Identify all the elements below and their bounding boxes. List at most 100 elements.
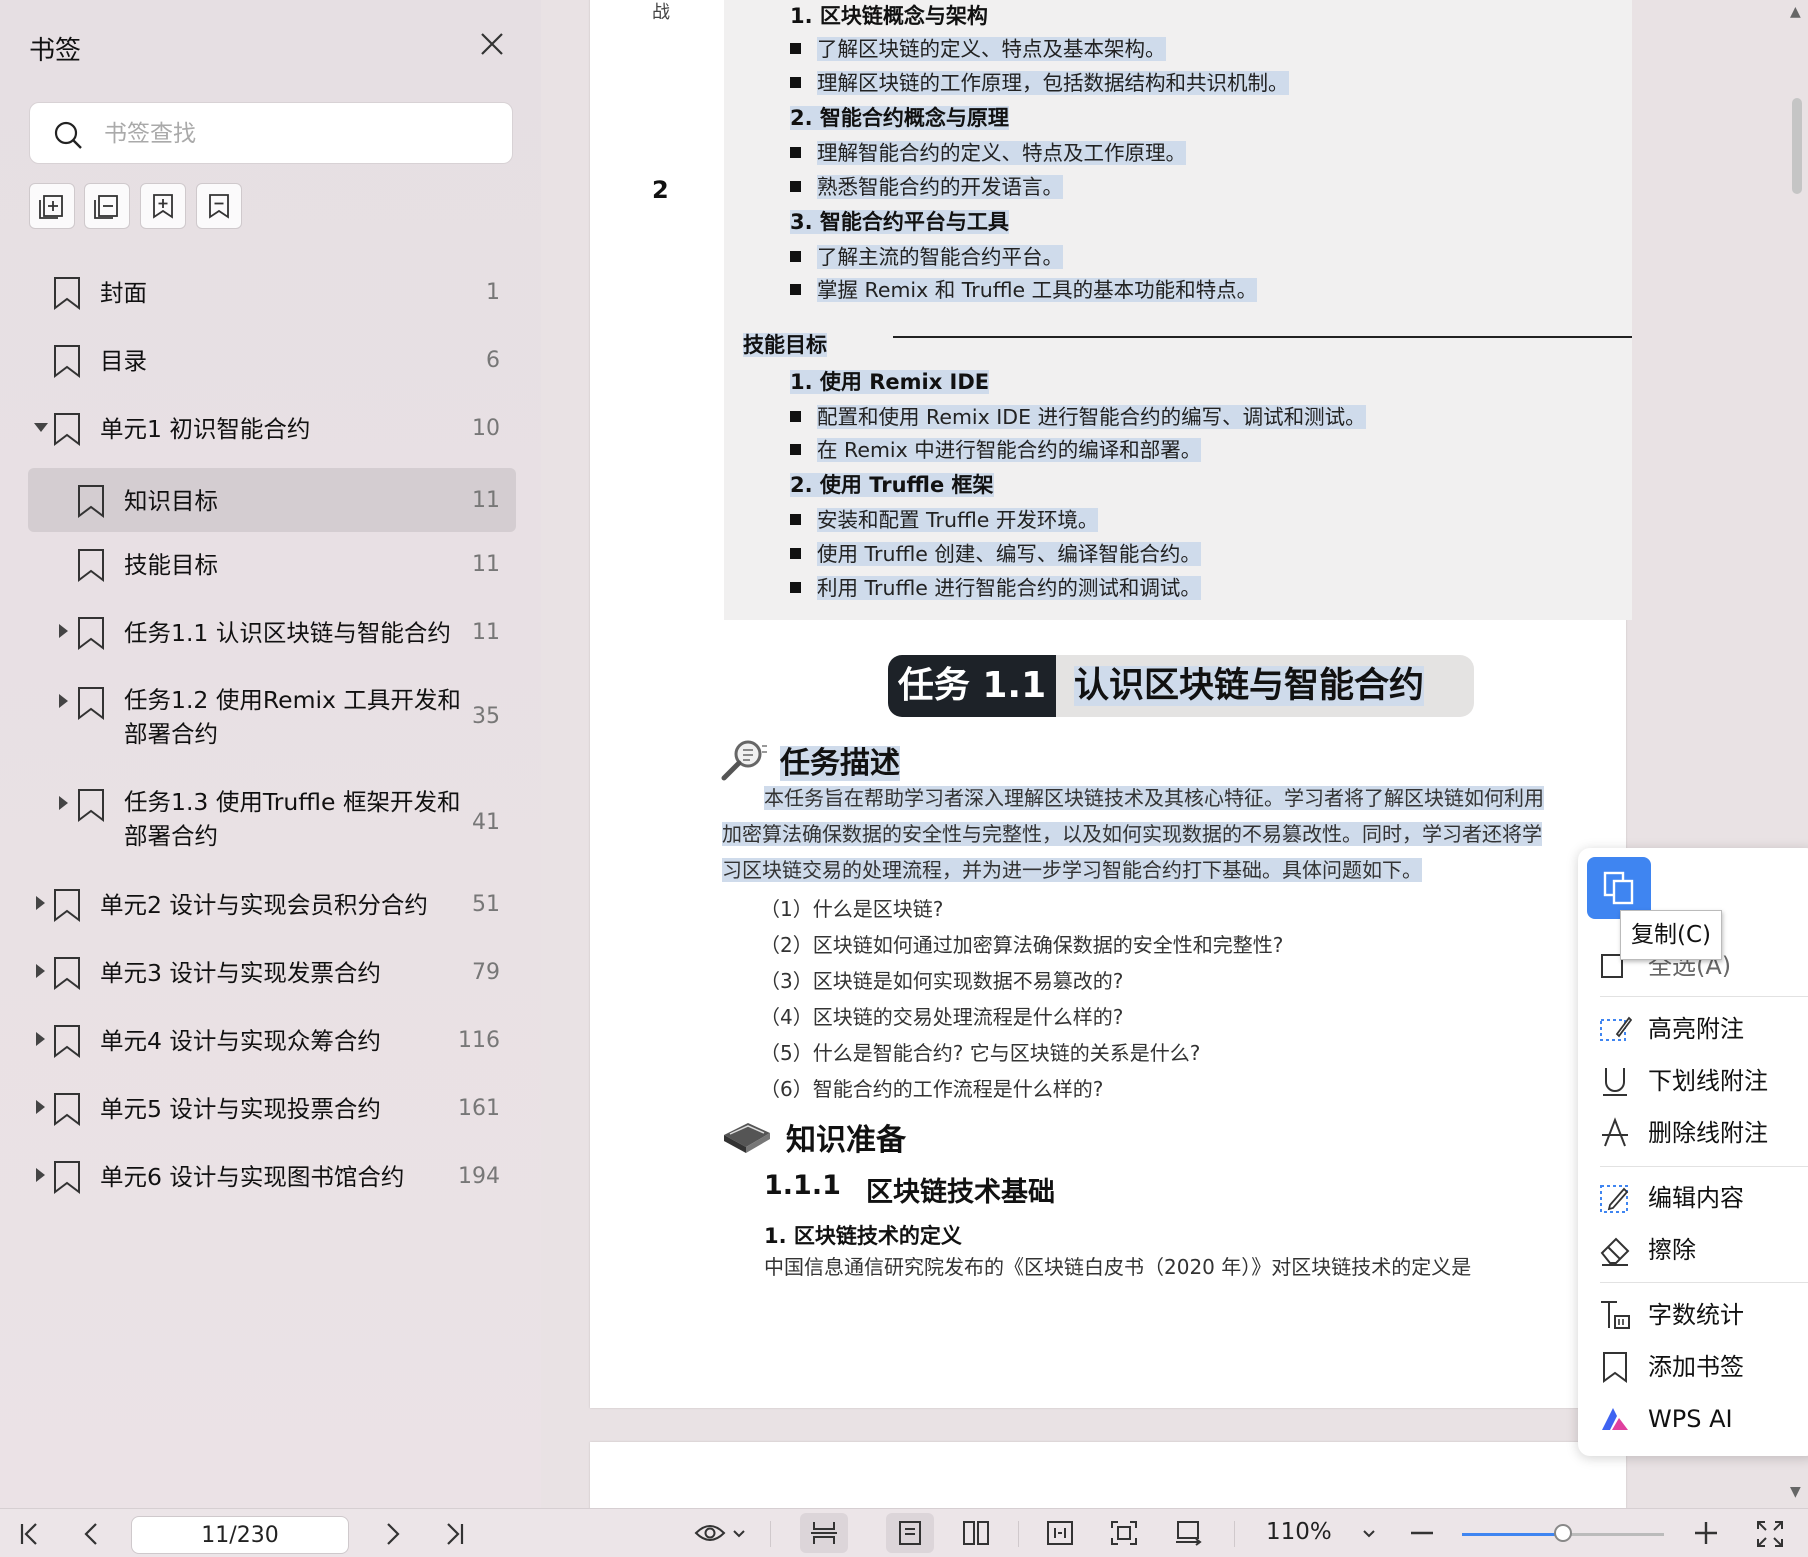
page-number-input[interactable]: 11/230 [131,1516,349,1554]
bookmark-search-input[interactable] [102,113,496,155]
bookmark-page: 41 [472,810,500,835]
bookmark-label: 单元1 初识智能合约 [100,415,311,443]
expand-arrow-icon[interactable] [36,1032,45,1046]
bookmark-search-box[interactable] [29,102,513,164]
view-mode-button[interactable] [690,1509,754,1557]
scroll-up-arrow-icon[interactable]: ▲ [1790,4,1801,20]
zoom-slider-handle[interactable] [1554,1524,1572,1542]
bookmark-item-unit5[interactable]: 单元5 设计与实现投票合约 161 [28,1078,516,1138]
bookmark-item-task-1-1[interactable]: 任务1.1 认识区块链与智能合约 11 [28,602,516,662]
skill-item: 配置和使用 Remix IDE 进行智能合约的编写、调试和测试。 [790,403,1366,431]
bookmark-label: 知识目标 [124,487,218,515]
bookmark-item-unit1[interactable]: 单元1 初识智能合约 10 [28,398,516,458]
menu-item-eraser[interactable]: 擦除 [1578,1227,1808,1273]
bookmark-label: 技能目标 [124,551,218,579]
zoom-dropdown-button[interactable] [1356,1509,1382,1557]
menu-item-wps-ai[interactable]: WPS AI [1578,1396,1808,1442]
bookmark-item-task-1-3[interactable]: 任务1.3 使用Truffle 框架开发和部署合约 41 [28,772,516,860]
expand-arrow-icon[interactable] [36,1100,45,1114]
menu-item-label: 擦除 [1648,1236,1696,1264]
chevron-down-icon [1363,1530,1375,1538]
wps-ai-icon [1602,1408,1628,1430]
bookmark-icon [78,485,104,518]
continuous-page-button[interactable] [800,1513,848,1553]
zoom-level[interactable]: 110% [1266,1519,1332,1545]
bookmark-icon [78,617,104,650]
collapse-arrow-icon[interactable] [34,423,48,432]
bookmark-item-unit6[interactable]: 单元6 设计与实现图书馆合约 194 [28,1146,516,1206]
menu-item-add-bookmark[interactable]: 添加书签 [1578,1344,1808,1390]
eye-icon [694,1525,726,1541]
add-bookmark-icon [153,194,173,219]
goal-heading: 1. 区块链概念与架构 [790,4,988,28]
task-title: 认识区块链与智能合约 [1056,655,1474,717]
expand-arrow-icon[interactable] [59,624,68,638]
bookmark-page: 10 [472,416,500,441]
bookmark-item-task-1-2[interactable]: 任务1.2 使用Remix 工具开发和部署合约 35 [28,670,516,758]
bookmark-item-cover[interactable]: 封面 1 [28,262,516,322]
bookmark-icon [78,789,104,822]
task-description-line: 加密算法确保数据的安全性与完整性，以及如何实现数据的不易篡改性。同时，学习者还将… [722,822,1542,846]
bookmark-page: 11 [472,620,500,645]
vertical-scrollbar-thumb[interactable] [1792,98,1802,194]
menu-item-word-count[interactable]: 字数统计 [1578,1292,1808,1338]
bookmark-item-skill-goals[interactable]: 技能目标 11 [28,534,516,594]
two-page-icon [963,1521,989,1545]
skill-goals-title: 技能目标 [743,333,827,357]
goal-item: 熟悉智能合约的开发语言。 [790,173,1063,201]
task-description-line: 习区块链交易的处理流程，并为进一步学习智能合约打下基础。具体问题如下。 [722,858,1422,882]
menu-item-underline[interactable]: 下划线附注 [1578,1058,1808,1104]
expand-arrow-icon[interactable] [59,796,68,810]
fit-page-icon [1111,1521,1137,1545]
add-bookmark-button[interactable] [140,183,186,229]
zoom-out-button[interactable] [1404,1509,1440,1557]
next-page-button[interactable] [372,1509,412,1557]
document-page[interactable]: 战 2 1. 区块链概念与架构 了解区块链的定义、特点及基本架构。 理解区块链的… [590,0,1632,1408]
collapse-all-button[interactable] [84,183,130,229]
menu-item-strikethrough[interactable]: 删除线附注 [1578,1110,1808,1156]
bookmark-icon [54,345,80,378]
previous-page-button[interactable] [72,1509,112,1557]
bookmark-item-knowledge-goals[interactable]: 知识目标 11 [28,468,516,532]
expand-arrow-icon[interactable] [36,1168,45,1182]
continuous-page-icon [811,1522,837,1544]
menu-item-label: WPS AI [1648,1405,1733,1433]
single-page-button[interactable] [886,1513,934,1553]
sidebar-title: 书签 [29,36,82,66]
close-icon[interactable] [478,30,506,58]
fit-width-button[interactable] [1036,1509,1084,1557]
fit-page-button[interactable] [1100,1509,1148,1557]
two-page-button[interactable] [952,1509,1000,1557]
menu-item-edit-content[interactable]: 编辑内容 [1578,1175,1808,1221]
fit-width-icon [1047,1521,1073,1545]
menu-item-highlight[interactable]: 高亮附注 [1578,1006,1808,1052]
bookmark-item-unit2[interactable]: 单元2 设计与实现会员积分合约 51 [28,874,516,934]
bookmark-icon [54,277,80,310]
question-item: （1）什么是区块链? [760,897,944,921]
task-description-line: 本任务旨在帮助学习者深入理解区块链技术及其核心特征。学习者将了解区块链如何利用 [764,786,1544,810]
expand-arrow-icon[interactable] [59,694,68,708]
first-page-button[interactable] [10,1509,50,1557]
bookmark-icon [54,413,80,446]
word-count-icon [1601,1301,1630,1329]
bookmark-label: 目录 [100,347,147,375]
bookmark-icon [54,1025,80,1058]
expand-all-button[interactable] [29,183,75,229]
expand-arrow-icon[interactable] [36,896,45,910]
last-page-icon [447,1523,464,1545]
margin-mark: 战 [652,2,670,23]
bookmark-page: 1 [486,280,500,305]
rotate-page-button[interactable] [1164,1509,1212,1557]
menu-separator [1600,996,1808,997]
bookmark-item-toc[interactable]: 目录 6 [28,330,516,390]
remove-bookmark-button[interactable] [196,183,242,229]
fullscreen-button[interactable] [1750,1509,1790,1557]
bookmark-item-unit4[interactable]: 单元4 设计与实现众筹合约 116 [28,1010,516,1070]
zoom-in-button[interactable] [1688,1509,1724,1557]
bottom-toolbar: 11/230 110% [0,1508,1808,1557]
bookmark-item-unit3[interactable]: 单元3 设计与实现发票合约 79 [28,942,516,1002]
expand-arrow-icon[interactable] [36,964,45,978]
search-icon [54,121,82,149]
scroll-down-arrow-icon[interactable]: ▼ [1790,1484,1801,1500]
last-page-button[interactable] [434,1509,474,1557]
